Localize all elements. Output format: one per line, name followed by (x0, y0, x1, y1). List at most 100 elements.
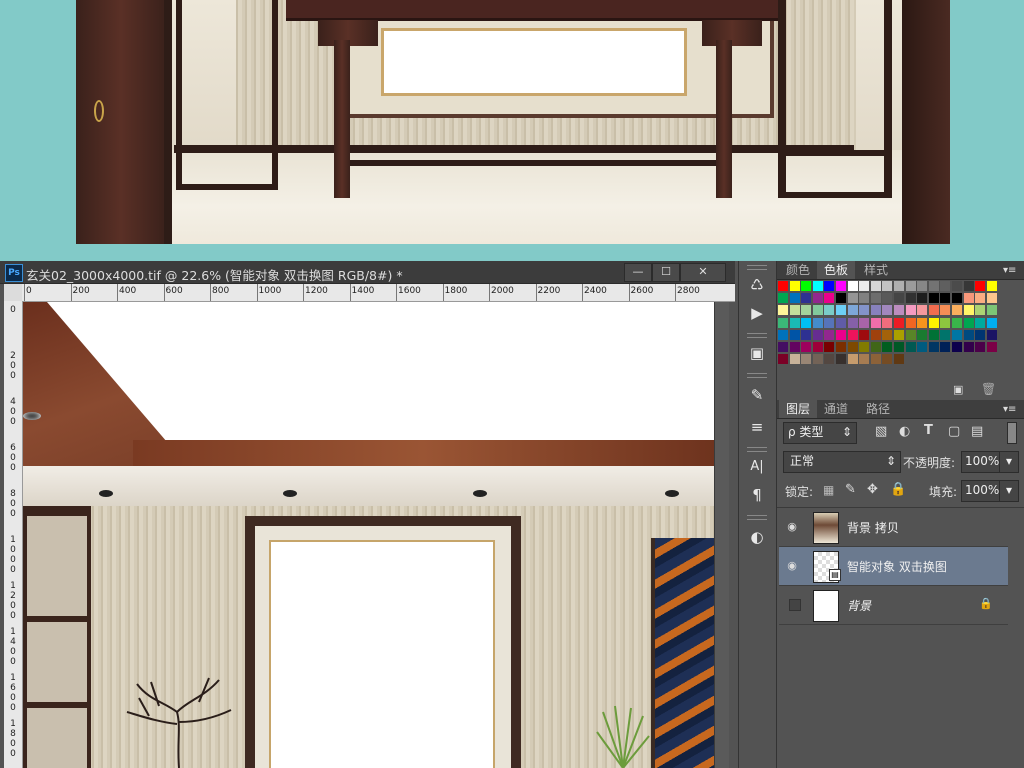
character-panel-button[interactable]: A| (745, 457, 769, 477)
color-swatch[interactable] (847, 342, 858, 352)
color-swatch[interactable] (778, 354, 788, 365)
lock-all-icon[interactable]: 🔒 (890, 482, 906, 497)
color-swatch[interactable] (836, 317, 846, 328)
color-swatch[interactable] (952, 281, 962, 291)
color-swatch[interactable] (952, 342, 962, 352)
color-swatch[interactable] (836, 293, 846, 304)
color-swatch[interactable] (836, 305, 846, 316)
color-swatch[interactable] (812, 293, 823, 304)
color-swatch[interactable] (824, 329, 835, 340)
color-swatch[interactable] (801, 342, 812, 352)
color-swatch[interactable] (824, 354, 835, 365)
color-swatch[interactable] (859, 293, 870, 304)
ruler-origin[interactable] (4, 284, 23, 302)
color-swatch[interactable] (870, 354, 881, 365)
filter-shape-icon[interactable]: ▢ (948, 424, 960, 439)
color-swatch[interactable] (905, 293, 916, 304)
color-swatch[interactable] (894, 293, 904, 304)
lock-move-icon[interactable]: ✥ (867, 482, 878, 497)
color-swatch[interactable] (870, 317, 881, 328)
close-button[interactable]: ✕ (680, 263, 726, 282)
adjustments-panel-button[interactable]: ◐ (745, 527, 769, 547)
color-swatch[interactable] (963, 305, 974, 316)
filter-type-icon[interactable]: T (924, 423, 933, 438)
color-swatch[interactable] (975, 329, 986, 340)
minimize-button[interactable]: — (624, 263, 652, 282)
color-swatch[interactable] (894, 281, 904, 291)
color-swatch[interactable] (778, 293, 788, 304)
color-swatch[interactable] (801, 354, 812, 365)
color-swatch[interactable] (789, 329, 800, 340)
color-swatch[interactable] (882, 305, 893, 316)
color-swatch[interactable] (905, 329, 916, 340)
color-swatch[interactable] (986, 342, 997, 352)
color-swatch[interactable] (778, 329, 788, 340)
color-swatch[interactable] (789, 305, 800, 316)
blend-mode-select[interactable]: 正常 ⇕ (783, 451, 901, 473)
color-swatch[interactable] (917, 342, 928, 352)
filter-pixel-icon[interactable]: ▧ (875, 424, 887, 439)
color-swatch[interactable] (940, 281, 951, 291)
dock-grip[interactable] (747, 373, 767, 378)
swatch-grid[interactable] (778, 281, 1000, 371)
color-swatch[interactable] (905, 342, 916, 352)
color-swatch[interactable] (882, 329, 893, 340)
color-swatch[interactable] (940, 293, 951, 304)
properties-panel-button[interactable]: ▣ (745, 343, 769, 363)
color-swatch[interactable] (928, 342, 939, 352)
document-titlebar[interactable]: Ps 玄关02_3000x4000.tif @ 22.6% (智能对象 双击换图… (0, 261, 735, 284)
vertical-ruler[interactable]: 0 200 400 600 800 1000 1200 1400 1600 1800 (4, 301, 23, 768)
horizontal-ruler[interactable]: 0 200 400 600 800 1000 1200 1400 1600 1800 2000 220… (22, 284, 735, 302)
actions-panel-button[interactable]: ▶ (745, 303, 769, 323)
layer-row-smart-object[interactable]: ◉ ▤ 智能对象 双击换图 (779, 547, 1008, 586)
color-swatch[interactable] (986, 281, 997, 291)
filter-smart-object-icon[interactable]: ▤ (971, 424, 983, 439)
visibility-off-box[interactable] (789, 599, 801, 611)
color-swatch[interactable] (859, 281, 870, 291)
color-swatch[interactable] (928, 293, 939, 304)
color-swatch[interactable] (905, 281, 916, 291)
color-swatch[interactable] (824, 305, 835, 316)
color-swatch[interactable] (928, 317, 939, 328)
document-canvas[interactable] (23, 302, 714, 768)
color-swatch[interactable] (986, 329, 997, 340)
color-swatch[interactable] (847, 281, 858, 291)
color-swatch[interactable] (812, 329, 823, 340)
color-swatch[interactable] (778, 281, 788, 291)
color-swatch[interactable] (917, 305, 928, 316)
color-swatch[interactable] (836, 329, 846, 340)
color-swatch[interactable] (801, 317, 812, 328)
color-swatch[interactable] (824, 317, 835, 328)
color-swatch[interactable] (940, 329, 951, 340)
color-swatch[interactable] (952, 293, 962, 304)
color-swatch[interactable] (894, 354, 904, 365)
eye-icon[interactable]: ◉ (785, 520, 799, 533)
color-swatch[interactable] (963, 281, 974, 291)
color-swatch[interactable] (789, 342, 800, 352)
lock-transparent-icon[interactable]: ▦ (823, 483, 834, 497)
color-swatch[interactable] (928, 329, 939, 340)
color-swatch[interactable] (859, 342, 870, 352)
color-swatch[interactable] (812, 281, 823, 291)
color-swatch[interactable] (917, 329, 928, 340)
opacity-dropdown[interactable]: ▾ (999, 451, 1019, 473)
color-swatch[interactable] (801, 329, 812, 340)
tab-swatches[interactable]: 色板 (817, 261, 856, 279)
paragraph-panel-button[interactable]: ¶ (745, 485, 769, 505)
color-swatch[interactable] (789, 354, 800, 365)
color-swatch[interactable] (963, 342, 974, 352)
color-swatch[interactable] (870, 342, 881, 352)
filter-toggle[interactable] (1007, 422, 1017, 444)
color-swatch[interactable] (882, 293, 893, 304)
delete-swatch-icon[interactable]: 🗑 (981, 382, 996, 396)
color-swatch[interactable] (812, 317, 823, 328)
color-swatch[interactable] (940, 317, 951, 328)
color-swatch[interactable] (986, 305, 997, 316)
color-swatch[interactable] (882, 317, 893, 328)
color-swatch[interactable] (801, 305, 812, 316)
dock-grip[interactable] (747, 265, 767, 270)
color-swatch[interactable] (859, 329, 870, 340)
fill-field[interactable]: 100% (961, 480, 1002, 502)
color-swatch[interactable] (824, 281, 835, 291)
color-swatch[interactable] (847, 293, 858, 304)
